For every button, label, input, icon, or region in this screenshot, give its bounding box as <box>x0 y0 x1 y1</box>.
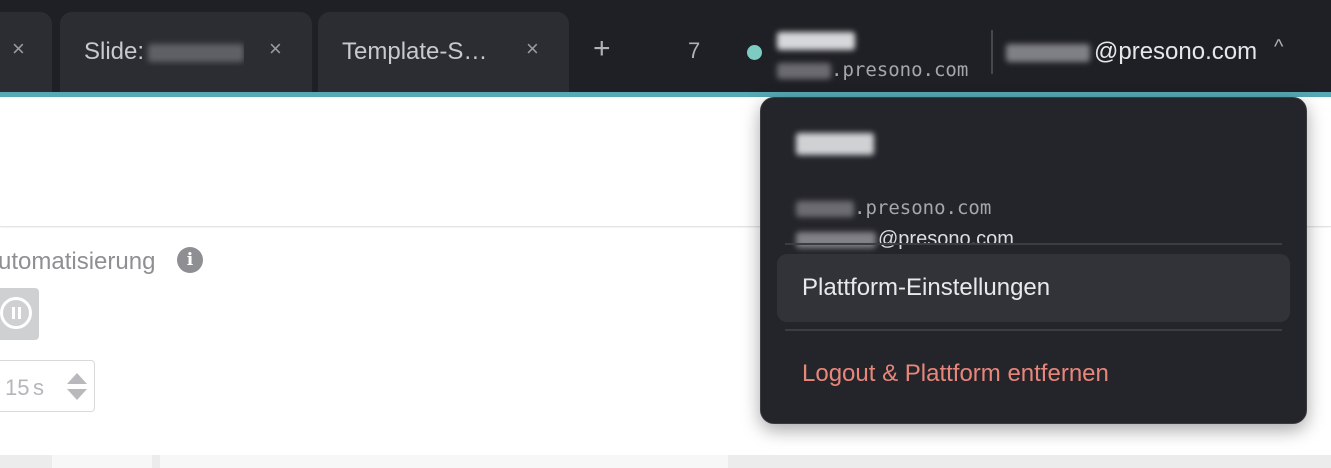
tab-bar: × Slide: × Template-S… × + 7 .presono.co… <box>0 0 1331 92</box>
redacted-platform-name <box>796 133 874 155</box>
caret-up-icon[interactable]: ^ <box>1274 36 1283 59</box>
tab-close-icon[interactable]: × <box>526 36 539 62</box>
bottom-strip <box>0 455 1331 468</box>
platform-settings-item[interactable]: Plattform-Einstellungen <box>777 254 1290 322</box>
menu-divider <box>785 329 1282 331</box>
pause-circle-icon <box>0 297 32 329</box>
pause-bar <box>12 307 15 319</box>
stepper-down-icon[interactable] <box>67 389 87 400</box>
tab-label: Template-S… <box>342 38 488 65</box>
status-dot-icon <box>747 45 762 60</box>
menu-item-label: Plattform-Einstellungen <box>802 274 1051 301</box>
strip-segment <box>52 455 152 468</box>
tab-label: Slide: <box>84 38 145 65</box>
divider <box>991 30 993 74</box>
stepper-icon[interactable] <box>65 371 89 403</box>
tab-partial[interactable]: × <box>0 12 52 92</box>
platform-host: .presono.com <box>831 59 969 81</box>
strip-segment <box>160 455 728 468</box>
user-dropdown-menu: .presono.com @presono.com Plattform-Eins… <box>760 97 1307 424</box>
redacted-text <box>777 62 831 79</box>
tab-slide[interactable]: Slide: × <box>60 12 312 92</box>
platform-switcher[interactable]: .presono.com <box>777 28 977 84</box>
menu-divider <box>785 243 1282 245</box>
logout-item[interactable]: Logout & Plattform entfernen <box>777 340 1290 408</box>
redacted-text <box>796 231 876 248</box>
redacted-text <box>148 43 245 62</box>
user-email: @presono.com <box>878 228 1014 250</box>
info-icon[interactable]: i <box>177 247 203 273</box>
pause-button[interactable] <box>0 288 39 340</box>
add-tab-button[interactable]: + <box>593 34 611 64</box>
tab-count: 7 <box>688 38 701 63</box>
tab-close-icon[interactable]: × <box>12 36 25 62</box>
duration-value: 15 <box>5 375 30 400</box>
user-email: @presono.com <box>1094 38 1258 65</box>
user-menu-trigger[interactable]: @presono.com <box>1006 38 1257 66</box>
redacted-text <box>796 200 854 217</box>
platform-host: .presono.com <box>854 197 992 219</box>
pause-bar <box>18 307 21 319</box>
redacted-text <box>1006 43 1090 62</box>
stepper-up-icon[interactable] <box>67 373 87 384</box>
duration-input[interactable]: 15 s <box>0 360 95 412</box>
tab-template[interactable]: Template-S… × <box>318 12 569 92</box>
duration-unit: s <box>33 375 44 400</box>
redacted-platform-name <box>777 32 855 50</box>
menu-item-label: Logout & Plattform entfernen <box>802 360 1109 387</box>
tab-close-icon[interactable]: × <box>269 36 282 62</box>
automation-label: utomatisierung <box>0 248 156 275</box>
